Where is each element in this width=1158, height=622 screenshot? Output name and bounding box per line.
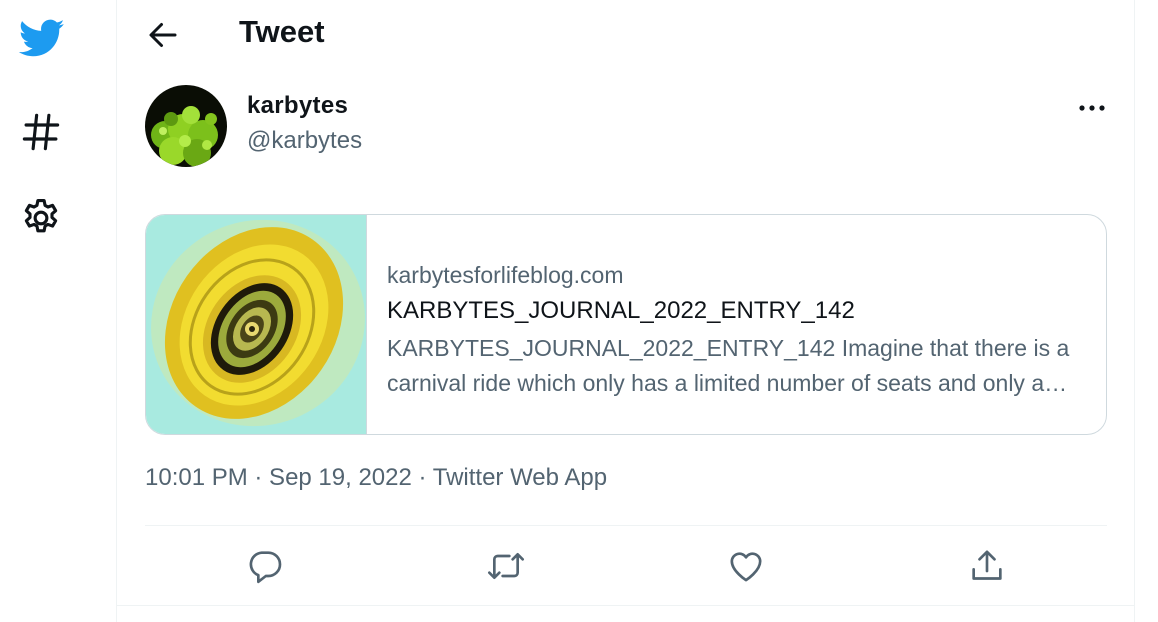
sidebar (0, 0, 117, 622)
gear-icon[interactable] (19, 196, 63, 240)
retweet-icon (488, 553, 524, 579)
divider (145, 525, 1107, 526)
avatar[interactable] (145, 85, 227, 167)
card-thumbnail (146, 215, 367, 434)
link-preview-card[interactable]: karbytesforlifeblog.com KARBYTES_JOURNAL… (145, 214, 1107, 435)
divider (117, 605, 1134, 606)
retweet-button[interactable] (486, 546, 526, 586)
tweet-timestamp[interactable]: 10:01 PM · Sep 19, 2022 · Twitter Web Ap… (145, 464, 607, 492)
hashtag-icon[interactable] (20, 111, 62, 153)
like-button[interactable] (726, 546, 766, 586)
reply-icon (249, 551, 282, 584)
back-button[interactable] (145, 17, 181, 53)
user-handle[interactable]: @karbytes (247, 127, 362, 155)
arrow-left-icon (149, 23, 177, 47)
tweet-column: Tweet karbytes @karbytes karbytesforlife… (116, 0, 1135, 622)
card-domain: karbytesforlifeblog.com (387, 262, 624, 288)
like-icon (730, 552, 762, 582)
reply-button[interactable] (245, 546, 285, 586)
share-icon (972, 550, 1002, 580)
card-text: karbytesforlifeblog.com KARBYTES_JOURNAL… (387, 257, 1087, 401)
card-title: KARBYTES_JOURNAL_2022_ENTRY_142 (387, 297, 855, 324)
page-title: Tweet (239, 14, 325, 49)
more-options-button[interactable] (1075, 94, 1109, 122)
share-button[interactable] (967, 546, 1007, 586)
twitter-logo-icon[interactable] (17, 15, 67, 61)
ellipsis-icon (1079, 105, 1105, 111)
card-description: KARBYTES_JOURNAL_2022_ENTRY_142 Imagine … (387, 335, 1070, 396)
display-name[interactable]: karbytes (247, 92, 348, 120)
